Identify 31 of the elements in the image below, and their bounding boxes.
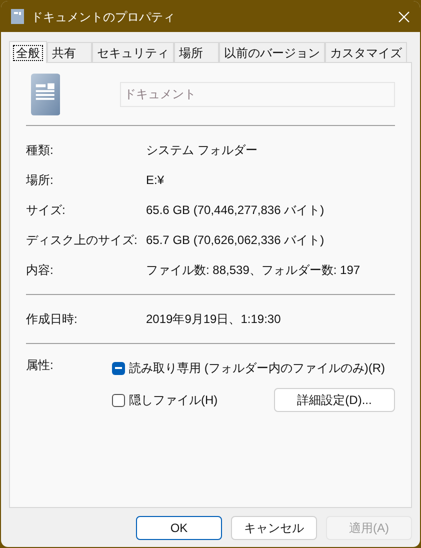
- property-value: 65.7 GB (70,626,062,336 バイト): [146, 232, 324, 249]
- document-icon: [11, 9, 24, 24]
- property-label: 属性:: [26, 357, 54, 374]
- checkbox-label[interactable]: 隠しファイル(H): [129, 391, 218, 409]
- property-label: 作成日時:: [26, 311, 78, 328]
- dialog-button[interactable]: OK: [136, 516, 222, 540]
- property-label: 場所:: [26, 172, 54, 189]
- tab[interactable]: 場所: [174, 42, 219, 62]
- window-title: ドキュメントのプロパティ: [31, 8, 176, 26]
- property-value: 65.6 GB (70,446,277,836 バイト): [146, 202, 324, 219]
- dialog-button[interactable]: キャンセル: [231, 516, 317, 540]
- property-label: ディスク上のサイズ:: [26, 232, 138, 249]
- property-label: 種類:: [26, 142, 54, 159]
- close-icon[interactable]: [398, 10, 410, 22]
- tab[interactable]: カスタマイズ: [325, 42, 407, 62]
- name-field[interactable]: ドキュメント: [120, 82, 395, 106]
- tab[interactable]: 以前のバージョン: [219, 42, 325, 62]
- tab[interactable]: 全般: [9, 41, 47, 63]
- property-value: 2019年9月19日、1:19:30: [146, 311, 281, 328]
- property-label: サイズ:: [26, 202, 66, 219]
- property-value: ファイル数: 88,539、フォルダー数: 197: [146, 262, 360, 279]
- document-icon: [31, 72, 60, 116]
- checkbox-label[interactable]: 読み取り専用 (フォルダー内のファイルのみ)(R): [129, 359, 385, 377]
- property-value: システム フォルダー: [146, 142, 258, 159]
- property-label: 内容:: [26, 262, 54, 279]
- checkbox[interactable]: [112, 394, 125, 406]
- property-value: E:¥: [146, 172, 164, 189]
- tab[interactable]: 共有: [47, 42, 92, 62]
- advanced-button[interactable]: 詳細設定(D)...: [274, 388, 395, 412]
- checkbox[interactable]: [112, 362, 125, 374]
- tab[interactable]: セキュリティ: [92, 42, 174, 62]
